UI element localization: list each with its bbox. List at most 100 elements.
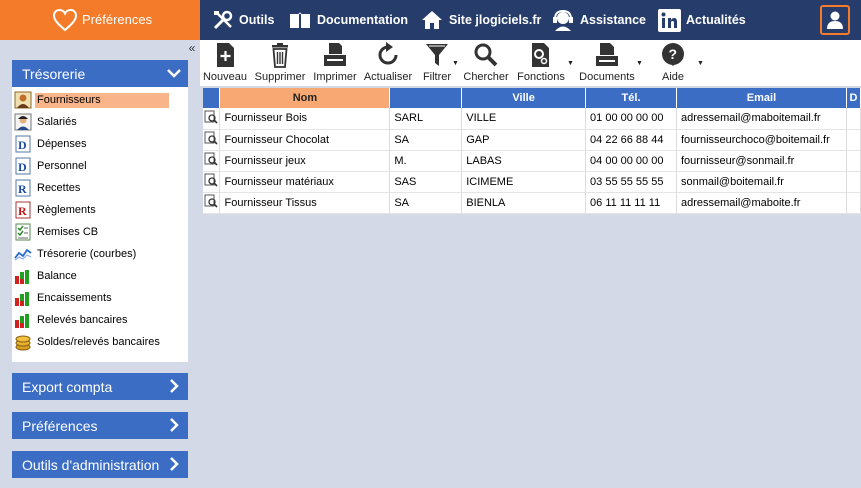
column-header-email[interactable]: Email — [676, 88, 847, 108]
cell-ville: GAP — [461, 129, 587, 151]
nav-actualites[interactable]: Actualités — [658, 0, 746, 40]
delete-button[interactable]: Supprimer — [253, 40, 307, 86]
section-outils-administration[interactable]: Outils d'administration — [12, 451, 188, 478]
documents-button[interactable]: Documents ▼ — [578, 40, 643, 86]
sidebar-item-fournisseurs[interactable]: Fournisseurs — [12, 89, 188, 111]
nav-outils-label: Outils — [239, 13, 275, 27]
sidebar-item-salaries[interactable]: Salariés — [12, 111, 188, 133]
row-open-icon-cell[interactable] — [203, 129, 221, 151]
section-tresorerie-title: Trésorerie — [22, 65, 86, 82]
nav-outils[interactable]: Outils — [212, 0, 274, 40]
collapse-sidebar-button[interactable]: « — [185, 41, 199, 55]
bar-chart-icon — [15, 270, 29, 284]
revenue-icon: R — [15, 179, 31, 197]
help-dropdown-icon[interactable]: ▼ — [697, 60, 704, 67]
sidebar-item-label: Recettes — [37, 182, 81, 194]
column-header-tel[interactable]: Tél. — [585, 88, 677, 108]
cell-d — [846, 192, 861, 214]
table-row[interactable]: Fournisseur jeux M. LABAS 04 00 00 00 00 fou… — [203, 150, 861, 172]
sidebar-item-depenses[interactable]: D Dépenses — [12, 133, 188, 155]
refresh-button[interactable]: Actualiser — [363, 40, 413, 86]
nav-assistance-label: Assistance — [580, 13, 647, 27]
employee-icon — [14, 113, 32, 131]
top-nav-bar: Préférences Outils Documentation Site jl… — [0, 0, 861, 40]
functions-icon — [532, 43, 549, 67]
section-export-compta[interactable]: Export compta — [12, 373, 188, 400]
cell-d — [846, 171, 861, 193]
user-account-button[interactable] — [820, 5, 850, 35]
filter-dropdown-icon[interactable]: ▼ — [452, 60, 459, 67]
delete-button-label: Supprimer — [254, 71, 306, 83]
sidebar-item-label: Encaissements — [37, 292, 112, 304]
nav-documentation[interactable]: Documentation — [288, 0, 408, 40]
column-header-nom[interactable]: Nom — [219, 88, 391, 108]
functions-button[interactable]: Fonctions ▼ — [515, 40, 574, 86]
table-row[interactable]: Fournisseur Bois SARL VILLE 01 00 00 00 00 a… — [203, 108, 861, 130]
cell-tel: 06 11 11 11 11 — [585, 192, 677, 214]
table-header-row: Nom Ville Tél. Email D — [203, 88, 861, 108]
functions-dropdown-icon[interactable]: ▼ — [567, 60, 574, 67]
table-row[interactable]: Fournisseur Chocolat SA GAP 04 22 66 88 44 f… — [203, 129, 861, 151]
view-record-icon — [204, 110, 218, 124]
cell-tel: 04 00 00 00 00 — [585, 150, 677, 172]
sidebar-item-tresorerie-courbes[interactable]: Trésorerie (courbes) — [12, 243, 188, 265]
supplier-table: Nom Ville Tél. Email D Fournisseur Bois S… — [203, 88, 861, 214]
column-header-forme[interactable] — [389, 88, 463, 108]
filter-button-label: Filtrer — [422, 71, 452, 83]
sidebar-item-label: Salariés — [37, 116, 77, 128]
column-header-icon[interactable] — [203, 88, 221, 108]
search-button[interactable]: Chercher — [462, 40, 510, 86]
row-open-icon-cell[interactable] — [203, 192, 221, 214]
svg-text:R: R — [18, 204, 27, 218]
sidebar-item-reglements[interactable]: R Règlements — [12, 199, 188, 221]
preferences-label: Préférences — [82, 12, 153, 27]
sidebar-item-personnel[interactable]: D Personnel — [12, 155, 188, 177]
cell-email: adressemail@maboitemail.fr — [676, 108, 847, 130]
sidebar-item-soldes-releves[interactable]: Soldes/relevés bancaires — [12, 331, 188, 353]
bar-chart-icon — [15, 314, 29, 328]
cell-email: fournisseurchoco@boitemail.fr — [676, 129, 847, 151]
view-record-icon — [204, 173, 218, 187]
new-button[interactable]: Nouveau — [202, 40, 248, 86]
row-open-icon-cell[interactable] — [203, 171, 221, 193]
filter-button[interactable]: Filtrer ▼ — [418, 40, 459, 86]
sidebar-item-encaissements[interactable]: Encaissements — [12, 287, 188, 309]
table-row[interactable]: Fournisseur matériaux SAS ICIMEME 03 55 55 … — [203, 171, 861, 193]
preferences-tab[interactable]: Préférences — [0, 0, 200, 40]
cell-tel: 04 22 66 88 44 — [585, 129, 677, 151]
sidebar-item-balance[interactable]: Balance — [12, 265, 188, 287]
sidebar-item-releves-bancaires[interactable]: Relevés bancaires — [12, 309, 188, 331]
refresh-button-label: Actualiser — [363, 71, 413, 83]
documents-dropdown-icon[interactable]: ▼ — [636, 60, 643, 67]
card-remittance-icon — [15, 223, 31, 241]
row-open-icon-cell[interactable] — [203, 150, 221, 172]
tresorerie-menu: Fournisseurs Salariés D Dépenses D Perso… — [12, 87, 188, 362]
section-tresorerie[interactable]: Trésorerie — [12, 60, 188, 87]
sidebar-item-label: Remises CB — [37, 226, 99, 238]
nav-site-label: Site jlogiciels.fr — [449, 13, 542, 27]
column-header-d[interactable]: D — [846, 88, 861, 108]
linkedin-icon — [658, 8, 681, 32]
refresh-icon — [378, 42, 398, 65]
chevron-right-icon — [170, 379, 179, 393]
cell-forme: SA — [389, 129, 463, 151]
table-row[interactable]: Fournisseur Tissus SA BIENLA 06 11 11 11 11… — [203, 192, 861, 214]
printer-icon — [324, 43, 346, 66]
section-preferences[interactable]: Préférences — [12, 412, 188, 439]
view-record-icon — [204, 194, 218, 208]
sidebar-item-recettes[interactable]: R Recettes — [12, 177, 188, 199]
sidebar-item-remises-cb[interactable]: Remises CB — [12, 221, 188, 243]
help-button[interactable]: ? Aide ▼ — [654, 40, 704, 86]
documents-button-label: Documents — [579, 71, 635, 83]
sidebar-item-label: Relevés bancaires — [37, 314, 128, 326]
print-button[interactable]: Imprimer — [312, 40, 358, 86]
tools-icon — [213, 10, 233, 30]
row-open-icon-cell[interactable] — [203, 108, 221, 130]
cell-email: fournisseur@sonmail.fr — [676, 150, 847, 172]
nav-site[interactable]: Site jlogiciels.fr — [420, 0, 541, 40]
sidebar-item-label: Balance — [37, 270, 77, 282]
cell-ville: BIENLA — [461, 192, 587, 214]
nav-assistance[interactable]: Assistance — [551, 0, 646, 40]
column-header-ville[interactable]: Ville — [461, 88, 587, 108]
home-icon — [422, 11, 442, 29]
